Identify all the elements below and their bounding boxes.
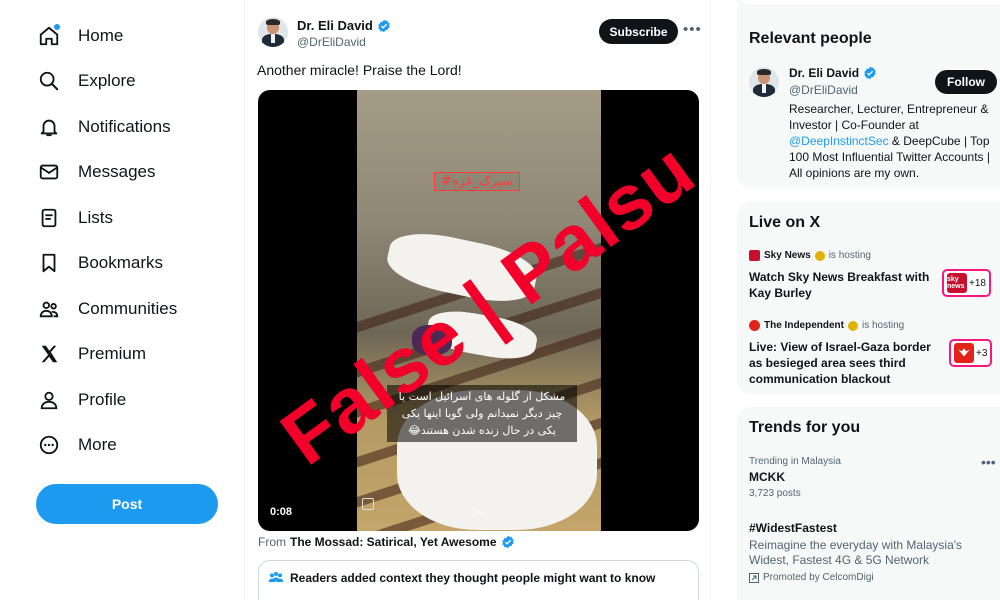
nav-label: Lists	[78, 208, 113, 227]
nav-item-bookmarks[interactable]: Bookmarks	[36, 243, 163, 283]
mail-icon	[36, 159, 62, 185]
left-navigation: Home Explore Notifications Messages List…	[0, 0, 245, 600]
follow-button[interactable]: Follow	[935, 70, 997, 94]
author-handle[interactable]: @DrEliDavid	[297, 35, 366, 49]
video-frame: #سیرک_غزه مشکل از گلوله های اسرائیل است …	[357, 90, 601, 531]
sky-news-icon	[749, 250, 760, 261]
relevant-avatar[interactable]	[749, 67, 779, 97]
community-notes-label: Readers added context they thought peopl…	[290, 571, 656, 585]
nav-label: Bookmarks	[78, 253, 164, 272]
author-name-text: Dr. Eli David	[297, 18, 373, 33]
nav-item-home[interactable]: Home	[36, 16, 123, 56]
trend-more-icon[interactable]: •••	[981, 454, 996, 470]
trend-post-count: 3,723 posts	[749, 488, 801, 499]
nav-item-more[interactable]: More	[36, 425, 117, 465]
live-host-name: Sky News	[764, 250, 811, 261]
verified-badge-icon	[501, 535, 514, 549]
people-icon	[36, 296, 62, 322]
nav-item-communities[interactable]: Communities	[36, 289, 177, 329]
trends-title: Trends for you	[749, 419, 861, 436]
relevant-people-card: Relevant people Dr. Eli David @DrEliDavi…	[737, 0, 1000, 188]
tweet-text: Another miracle! Praise the Lord!	[257, 62, 462, 78]
author-name[interactable]: Dr. Eli David	[297, 18, 391, 33]
promoted-line: Promoted by CelcomDigi	[749, 572, 874, 583]
nav-label: More	[78, 435, 117, 454]
listener-count: +18	[969, 277, 986, 289]
list-icon	[36, 205, 62, 231]
verified-badge-icon	[378, 19, 390, 32]
live-hosting-text: is hosting	[828, 250, 871, 261]
promoted-icon	[749, 572, 759, 583]
relevant-name[interactable]: Dr. Eli David	[789, 66, 877, 80]
nav-label: Profile	[78, 390, 127, 409]
live-host-name: The Independent	[764, 320, 844, 331]
bookmark-icon	[36, 250, 62, 276]
watermark-icon	[362, 498, 374, 510]
nav-label: Messages	[78, 162, 156, 181]
promoted-text: Promoted by CelcomDigi	[763, 572, 874, 583]
nav-item-profile[interactable]: Profile	[36, 380, 126, 420]
nav-item-lists[interactable]: Lists	[36, 198, 113, 238]
post-button[interactable]: Post	[36, 484, 218, 524]
live-listeners-badge[interactable]: +3	[949, 339, 993, 367]
relevant-name-text: Dr. Eli David	[789, 66, 860, 80]
live-host-row[interactable]: The Independent is hosting	[749, 320, 904, 331]
nav-label: Communities	[78, 299, 178, 318]
trends-card: Trends for you Trending in Malaysia ••• …	[737, 407, 1000, 600]
trend-name[interactable]: MCKK	[749, 470, 785, 484]
live-on-x-card: Live on X Sky News is hosting Watch Sky …	[737, 202, 1000, 394]
nav-label: Premium	[78, 344, 147, 363]
independent-thumb-icon	[954, 343, 974, 363]
nav-label: Explore	[78, 71, 136, 90]
person-icon	[36, 387, 62, 413]
live-hosting-text: is hosting	[862, 320, 905, 331]
bell-icon	[36, 114, 62, 140]
notification-dot	[54, 24, 60, 30]
live-host-row[interactable]: Sky News is hosting	[749, 250, 871, 261]
live-item-title[interactable]: Live: View of Israel-Gaza border as besi…	[749, 339, 939, 387]
home-icon	[36, 23, 62, 49]
source-prefix: From	[258, 535, 286, 549]
bio-text: Researcher, Lecturer, Entrepreneur & Inv…	[789, 102, 989, 132]
author-avatar[interactable]	[258, 17, 288, 47]
search-icon	[36, 68, 62, 94]
sky-news-thumb-icon: sky news	[947, 273, 967, 293]
live-listeners-badge[interactable]: sky news +18	[942, 269, 991, 297]
listener-count: +3	[976, 347, 988, 359]
live-title: Live on X	[749, 214, 821, 231]
nav-label: Notifications	[78, 117, 171, 136]
relevant-bio: Researcher, Lecturer, Entrepreneur & Inv…	[789, 101, 1000, 181]
gold-badge-icon	[814, 250, 825, 261]
community-notes-box[interactable]: Readers added context they thought peopl…	[258, 560, 699, 600]
nav-item-messages[interactable]: Messages	[36, 152, 155, 192]
community-notes-icon	[268, 572, 284, 582]
chevron-up-icon[interactable]: ︿	[472, 500, 486, 520]
relevant-people-title: Relevant people	[749, 30, 872, 47]
x-logo-icon	[36, 341, 62, 367]
source-name: The Mossad: Satirical, Yet Awesome	[290, 535, 497, 549]
nav-item-notifications[interactable]: Notifications	[36, 107, 171, 147]
video-player[interactable]: #سیرک_غزه مشکل از گلوله های اسرائیل است …	[258, 90, 699, 531]
bio-mention-link[interactable]: @DeepInstinctSec	[789, 134, 889, 148]
trend-description: Reimagine the everyday with Malaysia's W…	[749, 538, 963, 567]
video-hashtag: #سیرک_غزه	[434, 172, 520, 191]
community-notes-header: Readers added context they thought peopl…	[268, 571, 655, 585]
subscribe-button[interactable]: Subscribe	[599, 19, 678, 44]
more-options-icon[interactable]: •••	[683, 21, 702, 38]
trend-context: Trending in Malaysia	[749, 456, 841, 467]
nav-item-premium[interactable]: Premium	[36, 334, 146, 374]
live-item-title[interactable]: Watch Sky News Breakfast with Kay Burley	[749, 269, 939, 301]
relevant-handle[interactable]: @DrEliDavid	[789, 83, 858, 97]
gold-badge-icon	[848, 320, 858, 331]
more-circle-icon	[36, 432, 62, 458]
video-caption: مشکل از گلوله های اسرائیل است یا چیز دیگ…	[387, 385, 577, 442]
nav-label: Home	[78, 26, 124, 45]
independent-icon	[749, 320, 760, 331]
video-timecode: 0:08	[270, 506, 293, 518]
verified-badge-icon	[864, 66, 876, 80]
trend-name[interactable]: #WidestFastest	[749, 521, 837, 535]
video-source[interactable]: From The Mossad: Satirical, Yet Awesome	[258, 535, 515, 549]
nav-item-explore[interactable]: Explore	[36, 61, 136, 101]
